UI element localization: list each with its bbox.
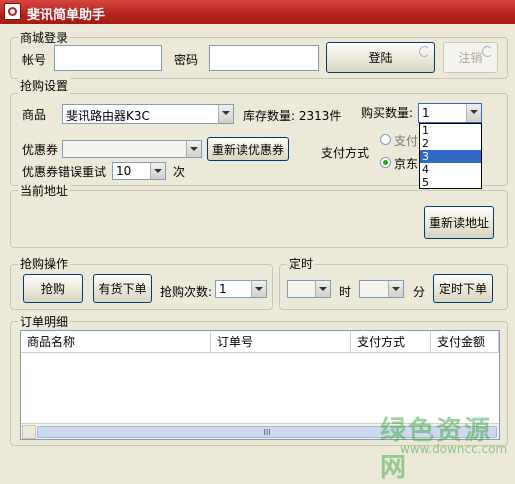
login-button[interactable]: 登陆	[326, 42, 435, 73]
timed-order-button-label: 定时下单	[438, 282, 487, 296]
watermark-url: www.downcc.com	[400, 442, 508, 456]
coupon-label: 优惠券	[22, 143, 59, 157]
retry-label: 优惠券错误重试	[22, 165, 107, 179]
swirl-icon	[482, 46, 493, 57]
reload-address-button[interactable]: 重新读地址	[424, 206, 494, 239]
retry-unit: 次	[173, 165, 186, 179]
account-input[interactable]	[54, 45, 162, 71]
reload-coupon-button[interactable]: 重新读优惠券	[207, 137, 289, 161]
logout-button-label: 注销	[458, 51, 483, 65]
logout-button[interactable]: 注销	[443, 42, 498, 73]
payment-option-1-label: 支付	[394, 134, 419, 148]
payment-label: 支付方式	[321, 146, 370, 160]
minute-select[interactable]	[359, 280, 404, 298]
chevron-down-icon[interactable]	[150, 163, 165, 179]
column-header-payment-amount[interactable]: 支付金额	[431, 331, 499, 353]
quantity-option[interactable]: 2	[420, 137, 481, 150]
login-button-label: 登陆	[368, 51, 393, 65]
attempt-count-value: 1	[219, 282, 227, 296]
payment-option-2-label: 京东	[394, 157, 419, 171]
password-label: 密码	[174, 53, 199, 67]
quantity-dropdown[interactable]: 1 2 3 4 5	[419, 123, 482, 189]
quantity-select-value: 1	[422, 106, 430, 120]
chevron-down-icon[interactable]	[388, 281, 403, 297]
quantity-select[interactable]: 1	[418, 103, 482, 123]
window-title: 斐讯简单助手	[27, 8, 106, 23]
reload-coupon-button-label: 重新读优惠券	[211, 142, 284, 157]
hour-select[interactable]	[287, 280, 331, 298]
stock-count: 库存数量: 2313件	[243, 109, 342, 123]
orders-group-label: 订单明细	[18, 313, 71, 330]
coupon-select[interactable]	[62, 140, 202, 158]
quantity-label: 购买数量:	[361, 106, 414, 120]
timed-order-button[interactable]: 定时下单	[433, 274, 493, 303]
product-select-value: 斐讯路由器K3C	[66, 109, 150, 123]
column-header-product[interactable]: 商品名称	[21, 331, 211, 353]
hour-label: 时	[339, 285, 352, 299]
chevron-down-icon[interactable]	[466, 104, 481, 122]
buy-button-label: 抢购	[40, 282, 65, 296]
column-header-order-number[interactable]: 订单号	[211, 331, 351, 353]
retry-select-value: 10	[116, 164, 132, 178]
product-label: 商品	[22, 108, 47, 122]
chevron-down-icon[interactable]	[218, 105, 233, 123]
account-label: 帐号	[22, 53, 47, 67]
quantity-option[interactable]: 1	[420, 124, 481, 137]
product-select[interactable]: 斐讯路由器K3C	[62, 104, 234, 124]
timer-group-label: 定时	[287, 255, 316, 272]
quantity-option[interactable]: 5	[420, 176, 481, 189]
chevron-down-icon[interactable]	[186, 141, 201, 157]
payment-radio-2[interactable]	[380, 157, 391, 168]
purchase-settings-label: 抢购设置	[18, 77, 71, 94]
app-icon	[4, 3, 21, 20]
chevron-down-icon[interactable]	[315, 281, 330, 297]
password-input[interactable]	[209, 45, 319, 71]
attempt-count-label: 抢购次数:	[160, 285, 213, 299]
column-header-payment-method[interactable]: 支付方式	[351, 331, 431, 353]
attempt-count-select[interactable]: 1	[215, 280, 267, 298]
quantity-option[interactable]: 4	[420, 163, 481, 176]
address-group-label: 当前地址	[18, 182, 71, 199]
payment-radio-1[interactable]	[380, 134, 391, 145]
operation-group-label: 抢购操作	[18, 255, 71, 272]
swirl-icon	[419, 46, 430, 57]
login-group-label: 商城登录	[18, 29, 71, 46]
buy-button[interactable]: 抢购	[23, 274, 83, 303]
instock-order-button-label: 有货下单	[98, 282, 147, 296]
scroll-thumb-grip: III	[263, 428, 271, 437]
retry-select[interactable]: 10	[112, 162, 166, 180]
reload-address-button-label: 重新读地址	[428, 216, 489, 230]
title-bar: 斐讯简单助手	[0, 0, 515, 24]
quantity-option-highlighted[interactable]: 3	[420, 150, 481, 163]
scroll-left-icon[interactable]	[22, 425, 36, 439]
minute-label: 分	[413, 285, 426, 299]
chevron-down-icon[interactable]	[251, 281, 266, 297]
instock-order-button[interactable]: 有货下单	[93, 274, 152, 303]
